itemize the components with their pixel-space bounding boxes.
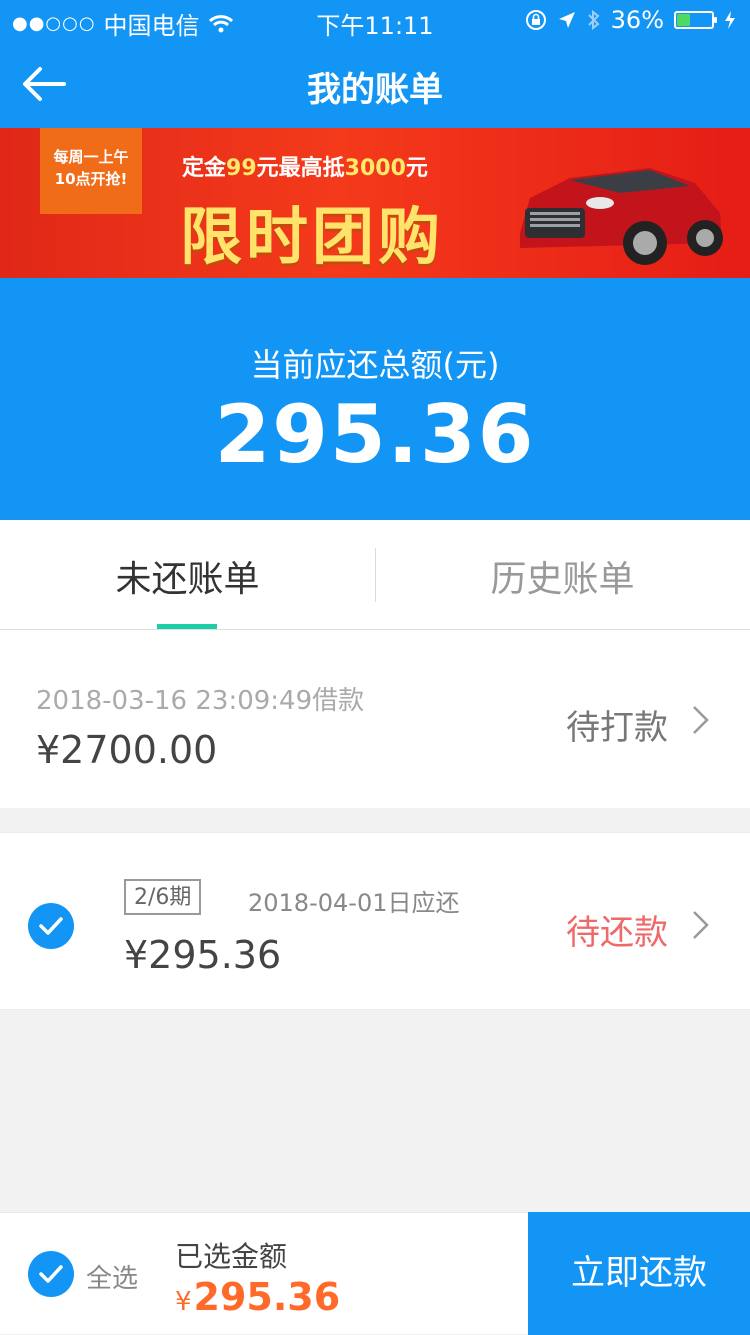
tab-unpaid-bills[interactable]: 未还账单	[0, 550, 375, 602]
status-right: 36%	[525, 6, 736, 34]
total-summary: 当前应还总额(元) 295.36	[0, 278, 750, 520]
battery-icon	[674, 11, 717, 29]
promo-banner[interactable]: 每周一上午 10点开抢! 定金99元最高抵3000元 限时团购	[0, 128, 750, 278]
promo-ribbon: 每周一上午 10点开抢!	[40, 128, 142, 214]
promo-sub-d: 3000	[344, 156, 406, 181]
ribbon-line-2: 10点开抢!	[54, 170, 128, 188]
battery-percent: 36%	[610, 6, 664, 34]
rotation-lock-icon	[525, 10, 546, 30]
bill-tabs: 未还账单 历史账单	[0, 520, 750, 630]
bill-status: 待打款	[566, 708, 668, 748]
bill-date: 2018-03-16 23:09:49借款	[36, 686, 365, 716]
due-date: 2018-04-01日应还	[248, 889, 460, 917]
selected-amount-value: 295.36	[193, 1275, 341, 1319]
active-tab-indicator	[157, 624, 217, 629]
select-all-label[interactable]: 全选	[86, 1258, 138, 1295]
bill-status: 待还款	[566, 913, 668, 953]
bill-amount: ¥2700.00	[36, 728, 218, 772]
chevron-right-icon	[693, 911, 709, 939]
promo-subtitle: 定金99元最高抵3000元	[182, 150, 428, 182]
selected-amount-label: 已选金额	[175, 1240, 288, 1273]
promo-sub-b: 99	[226, 156, 257, 181]
location-icon	[558, 12, 575, 28]
bluetooth-icon	[587, 9, 600, 31]
bill-item[interactable]: 2018-03-16 23:09:49借款 ¥2700.00 待打款	[0, 630, 750, 808]
total-label: 当前应还总额(元)	[250, 346, 500, 384]
page-title: 我的账单	[307, 70, 443, 110]
promo-headline: 限时团购	[180, 200, 445, 273]
tab-history-bills[interactable]: 历史账单	[375, 550, 750, 602]
status-bar: ●●○○○ 中国电信 下午11:11 36%	[0, 0, 750, 40]
select-all-check-icon[interactable]	[28, 1251, 74, 1297]
bill-item[interactable]: 2/6期 2018-04-01日应还 ¥295.36 待还款	[0, 832, 750, 1010]
pay-now-button[interactable]: 立即还款	[528, 1212, 750, 1335]
total-amount: 295.36	[214, 388, 536, 481]
ribbon-line-1: 每周一上午	[53, 148, 129, 166]
checked-circle-icon[interactable]	[28, 903, 74, 949]
charging-icon	[725, 11, 735, 29]
nav-bar: 我的账单	[0, 40, 750, 128]
promo-sub-e: 元	[405, 156, 428, 181]
promo-sub-c: 元最高抵	[256, 156, 345, 181]
chevron-right-icon	[693, 706, 709, 734]
promo-sub-a: 定金	[182, 156, 227, 181]
installment-badge: 2/6期	[124, 879, 202, 915]
currency-symbol: ¥	[175, 1287, 192, 1317]
payment-footer: 全选 已选金额 ¥295.36 立即还款	[0, 1212, 750, 1335]
car-image	[520, 168, 723, 265]
selected-amount: ¥295.36	[175, 1275, 340, 1319]
bill-amount: ¥295.36	[124, 933, 282, 977]
